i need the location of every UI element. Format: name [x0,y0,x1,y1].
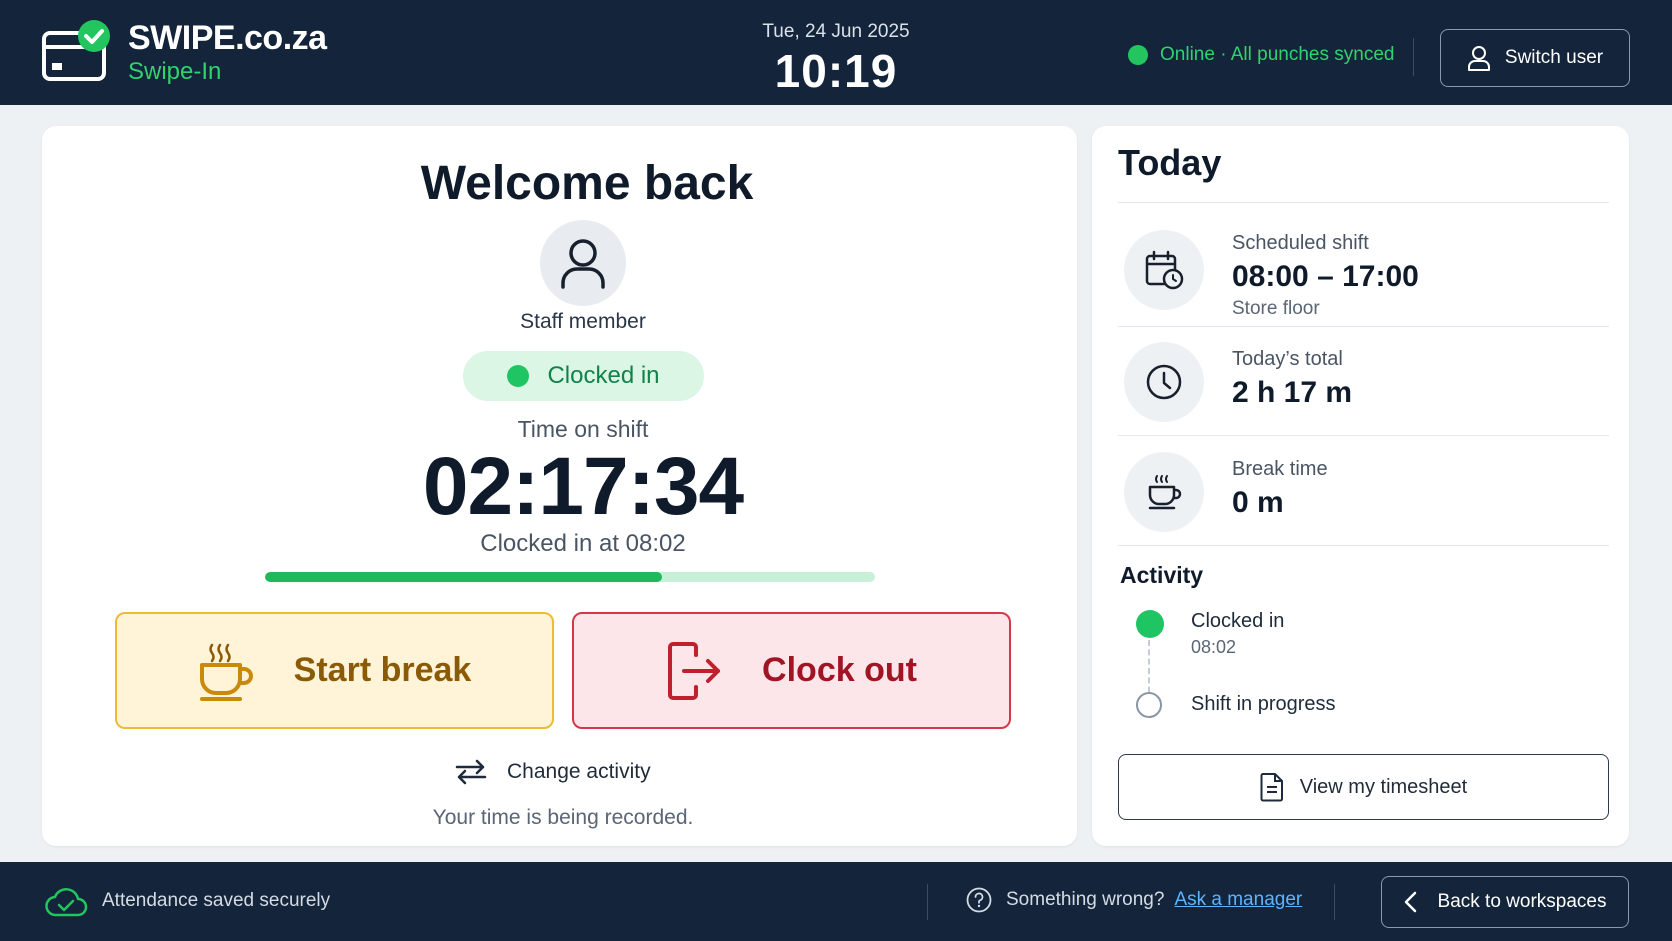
change-activity-button[interactable]: Change activity [455,754,651,790]
header-divider [1413,38,1414,76]
coffee-cup-icon [1124,452,1204,532]
brand-name: SWIPE.co.za [128,19,327,57]
recording-note: Your time is being recorded. [432,806,694,829]
scheduled-shift-row: Scheduled shift 08:00 – 17:00 Store floo… [1124,222,1604,322]
brand: SWIPE.co.za Swipe-In [42,18,327,86]
staff-name: Staff member [520,310,646,333]
today-heading: Today [1118,142,1222,183]
sync-status: Online · All punches synced [1128,44,1394,66]
break-time-value: 0 m [1232,486,1284,519]
logout-icon [668,641,721,700]
shift-timer: 02:17:34 [422,441,744,532]
start-break-button[interactable]: Start break [115,612,554,729]
footer-divider [1334,884,1335,920]
ask-manager-link[interactable]: Ask a manager [1174,889,1302,911]
chevron-left-icon [1404,891,1416,913]
card-check-icon [42,19,114,85]
sync-status-text: Online · All punches synced [1160,44,1395,65]
clock-panel: Welcome back Staff member Clocked in Tim… [42,126,1077,846]
user-icon [561,239,605,289]
scheduled-shift-label: Scheduled shift [1232,232,1369,254]
today-panel: Today Scheduled shift 08:00 – 17:00 Stor… [1092,126,1629,846]
start-break-label: Start break [293,651,472,689]
document-icon [1260,773,1283,802]
coffee-cup-icon [199,643,253,701]
todays-total-row: Today’s total 2 h 17 m [1124,338,1604,428]
back-to-workspaces-button[interactable]: Back to workspaces [1381,876,1629,928]
clock-icon [1124,342,1204,422]
timeline-done-dot-icon [1136,610,1164,638]
status-text: Clocked in [547,362,660,389]
current-time: 10:19 [774,45,898,97]
status-dot-icon [507,365,530,387]
switch-user-label: Switch user [1504,47,1604,68]
saved-status: Attendance saved securely [44,884,330,918]
scheduled-shift-value: 08:00 – 17:00 [1232,260,1419,293]
header-clock: Tue, 24 Jun 2025 10:19 [736,20,936,98]
app-header: SWIPE.co.za Swipe-In Tue, 24 Jun 2025 10… [0,0,1672,105]
saved-status-text: Attendance saved securely [102,890,331,911]
cloud-check-icon [45,888,88,917]
todays-total-label: Today’s total [1232,348,1343,370]
divider [1118,435,1609,436]
timeline-pending-dot-icon [1136,692,1162,718]
switch-user-button[interactable]: Switch user [1440,29,1630,87]
footer-divider [927,884,928,920]
help-section: Something wrong? Ask a manager [966,887,1302,913]
clock-out-label: Clock out [762,651,917,689]
user-icon [1467,46,1490,71]
avatar [540,220,626,306]
status-badge: Clocked in [463,351,704,401]
welcome-heading: Welcome back [420,157,754,210]
calendar-clock-icon [1124,230,1204,310]
shift-progress-fill [265,572,662,582]
divider [1118,326,1609,327]
online-dot-icon [1128,45,1148,65]
time-on-shift-label: Time on shift [517,416,649,442]
question-circle-icon [966,887,992,913]
view-timesheet-button[interactable]: View my timesheet [1118,754,1609,820]
scheduled-shift-location: Store floor [1232,298,1320,319]
break-time-row: Break time 0 m [1124,448,1604,538]
activity-item-label: Clocked in [1191,610,1285,632]
activity-heading: Activity [1120,562,1204,588]
brand-subtitle: Swipe-In [128,58,222,85]
current-date: Tue, 24 Jun 2025 [762,21,910,42]
help-text: Something wrong? [1006,889,1165,910]
app-footer: Attendance saved securely Something wron… [0,862,1672,941]
swap-arrows-icon [455,759,487,785]
clocked-in-at: Clocked in at 08:02 [480,530,686,557]
change-activity-label: Change activity [507,760,651,783]
activity-item-time: 08:02 [1191,637,1237,657]
activity-item-label: Shift in progress [1191,693,1336,715]
back-to-workspaces-label: Back to workspaces [1437,891,1607,912]
clock-out-button[interactable]: Clock out [572,612,1011,729]
view-timesheet-label: View my timesheet [1299,775,1468,798]
break-time-label: Break time [1232,458,1328,480]
divider [1118,202,1609,203]
divider [1118,545,1609,546]
todays-total-value: 2 h 17 m [1232,376,1353,409]
shift-progress-bar [265,572,875,582]
